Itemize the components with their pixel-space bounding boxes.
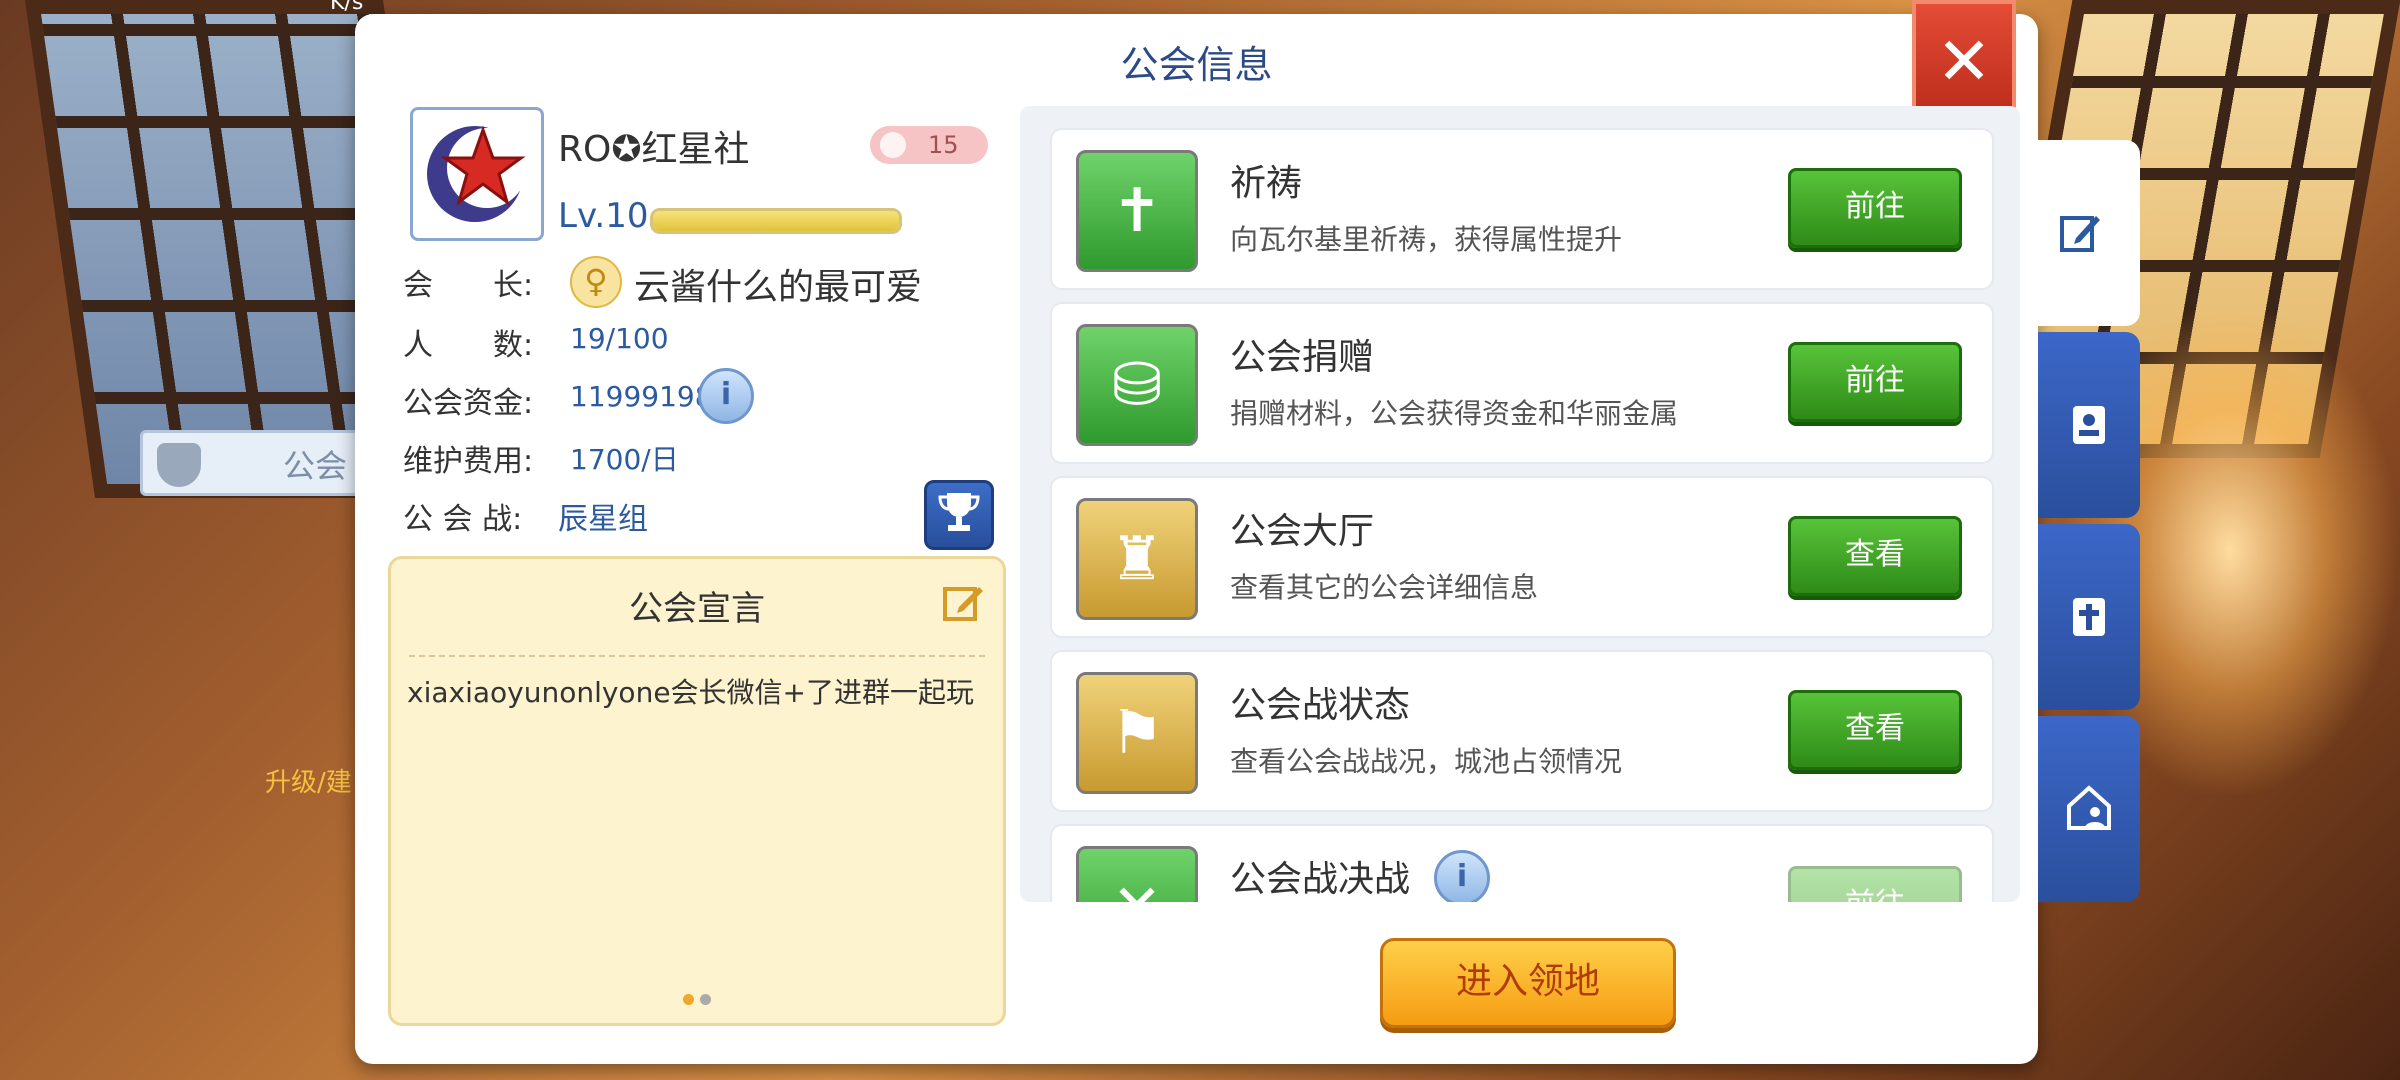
final-battle-info-icon[interactable]: i (1434, 850, 1490, 902)
list-item-guild-hall: ♜ 公会大厅 查看其它的公会详细信息 查看 (1050, 476, 1994, 638)
guild-hall-view-button[interactable]: 查看 (1788, 516, 1962, 596)
trophy-icon (938, 493, 980, 531)
tab-guild-house[interactable] (2038, 716, 2140, 902)
member-badge: 15 (870, 126, 988, 164)
item-description: 查看其它的公会详细信息 (1230, 571, 1539, 604)
feature-list[interactable]: ✝ 祈祷 向瓦尔基里祈祷，获得属性提升 前往 ⛁ 公会捐赠 捐赠材料，公会获得资… (1020, 106, 2020, 902)
page-indicator (391, 990, 1003, 1009)
funds-label: 公会资金: (403, 386, 534, 421)
donate-go-button[interactable]: 前往 (1788, 342, 1962, 422)
fort-glyph: ⚑ (1110, 698, 1164, 768)
holy-book-icon (2073, 598, 2105, 636)
guild-war-value[interactable]: 辰星组 (558, 494, 648, 538)
list-item-donate: ⛁ 公会捐赠 捐赠材料，公会获得资金和华丽金属 前往 (1050, 302, 1994, 464)
crossed-swords-icon: ✕ (1076, 846, 1198, 902)
female-icon: ♀ (570, 256, 622, 308)
shield-icon (157, 443, 201, 487)
list-item-war-status: ⚑ 公会战状态 查看公会战战况，城池占领情况 查看 (1050, 650, 1994, 812)
leader-label: 会 长: (403, 268, 534, 303)
level-progress-bar (650, 208, 902, 234)
skull-icon (880, 132, 906, 158)
page-title: 公会信息 (1120, 43, 1273, 87)
guild-name: RO✪红星社 (558, 129, 750, 170)
trophy-button[interactable] (924, 480, 994, 550)
list-item-final-battle: ✕ 公会战决战 i 前往 (1050, 824, 1994, 902)
level-progress-fill (653, 211, 899, 231)
members-label: 人 数: (403, 328, 534, 363)
leader-name[interactable]: 云酱什么的最可爱 (634, 258, 922, 310)
guild-level: Lv.10 (558, 196, 649, 236)
page-dot-active (683, 994, 694, 1005)
list-item-prayer: ✝ 祈祷 向瓦尔基里祈祷，获得属性提升 前往 (1050, 128, 1994, 290)
guild-war-label: 公 会 战: (403, 502, 523, 537)
item-description: 查看公会战战况，城池占领情况 (1230, 745, 1623, 778)
crossed-swords-glyph: ✕ (1079, 849, 1195, 902)
edit-icon (2060, 216, 2100, 252)
donate-glyph: ⛁ (1111, 350, 1163, 420)
members-value: 19/100 (570, 322, 669, 355)
funds-value: 11999198 (570, 380, 713, 413)
red-star-moon-icon (427, 125, 527, 222)
declaration-title: 公会宣言 (629, 589, 765, 629)
fort-icon: ⚑ (1076, 672, 1198, 794)
prayer-go-button[interactable]: 前往 (1788, 168, 1962, 248)
status-bar: K/s (160, 0, 2400, 15)
castle-icon: ♜ (1076, 498, 1198, 620)
item-description: 向瓦尔基里祈祷，获得属性提升 (1230, 223, 1623, 256)
prayer-icon: ✝ (1076, 150, 1198, 272)
final-battle-go-button[interactable]: 前往 (1788, 866, 1962, 902)
page-dot (700, 994, 711, 1005)
war-status-view-button[interactable]: 查看 (1788, 690, 1962, 770)
member-card-icon (2073, 406, 2105, 444)
upkeep-label: 维护费用: (403, 444, 534, 479)
guild-emblem (410, 107, 544, 241)
declaration-text: xiaxiaoyunonlyone会长微信+了进群一起玩 (407, 676, 975, 709)
item-title: 公会捐赠 (1230, 337, 1375, 378)
declaration-divider (409, 655, 985, 657)
item-title: 祈祷 (1230, 163, 1303, 204)
background-label-text: 公会 (283, 447, 348, 485)
background-sub-label: 升级/建 (265, 768, 352, 798)
close-icon: ✕ (1936, 23, 1992, 100)
status-speed: K/s (330, 0, 364, 15)
tab-guild-info[interactable] (2020, 140, 2140, 326)
edit-declaration-button[interactable] (941, 581, 985, 625)
castle-glyph: ♜ (1110, 524, 1164, 594)
guild-declaration-box: 公会宣言 xiaxiaoyunonlyone会长微信+了进群一起玩 (388, 556, 1006, 1026)
item-title: 公会战决战 (1230, 859, 1411, 900)
item-description: 捐赠材料，公会获得资金和华丽金属 (1230, 397, 1679, 430)
edit-icon (943, 587, 983, 621)
guild-house-icon (2067, 785, 2111, 830)
donate-icon: ⛁ (1076, 324, 1198, 446)
prayer-glyph: ✝ (1111, 176, 1163, 246)
item-title: 公会大厅 (1230, 511, 1375, 552)
tab-member-card[interactable] (2038, 332, 2140, 518)
upkeep-value: 1700/日 (570, 443, 679, 476)
tab-holy-book[interactable] (2038, 524, 2140, 710)
item-title: 公会战状态 (1230, 685, 1411, 726)
member-badge-count: 15 (928, 131, 959, 159)
enter-territory-button[interactable]: 进入领地 (1380, 938, 1676, 1028)
funds-info-icon[interactable]: i (698, 368, 754, 424)
